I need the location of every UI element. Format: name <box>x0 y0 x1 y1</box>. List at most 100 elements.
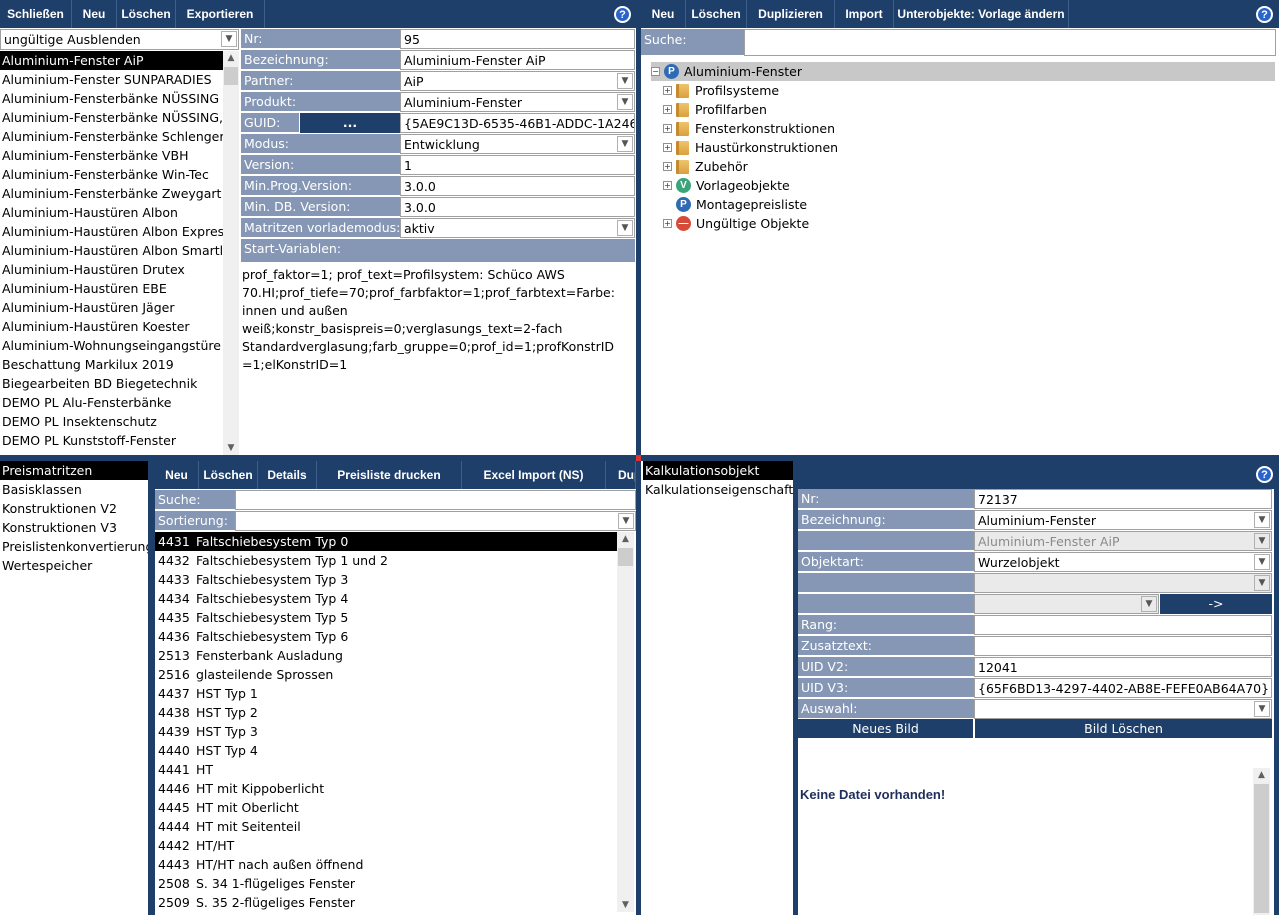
expand-icon[interactable]: + <box>663 219 672 228</box>
expand-icon[interactable]: + <box>663 143 672 152</box>
tree-node[interactable]: + Fensterkonstruktionen <box>663 119 835 138</box>
list-item[interactable]: Aluminium-Haustüren Albon Expres <box>0 222 223 241</box>
tab-calc-property[interactable]: Kalkulationseigenschaft <box>643 480 793 499</box>
uid-v2-field[interactable]: 12041 <box>974 657 1272 677</box>
new-object-button[interactable]: Neu <box>641 0 686 28</box>
nav-item-pricelist-conversion[interactable]: Preislistenkonvertierung <box>0 537 148 556</box>
scroll-down-icon[interactable]: ▼ <box>617 898 634 912</box>
delete-matrix-button[interactable]: Löschen <box>199 461 258 489</box>
table-row[interactable]: 4435 Faltschiebesystem Typ 5 <box>155 608 617 627</box>
table-row[interactable]: 4440 HST Typ 4 <box>155 741 617 760</box>
table-row[interactable]: 4445 HT mit Oberlicht <box>155 798 617 817</box>
table-row[interactable]: 4441 HT <box>155 760 617 779</box>
list-item[interactable]: Aluminium-Haustüren EBE <box>0 279 223 298</box>
nav-item-constructions-v3[interactable]: Konstruktionen V3 <box>0 518 148 537</box>
guid-button[interactable]: ... <box>300 113 400 133</box>
min-db-version-field[interactable]: 3.0.0 <box>400 197 635 217</box>
help-icon[interactable]: ? <box>1256 466 1273 483</box>
print-pricelist-button[interactable]: Preisliste drucken <box>317 461 462 489</box>
tree-node[interactable]: + Profilsysteme <box>663 81 779 100</box>
arrow-button[interactable]: -> <box>1160 594 1272 614</box>
new-button[interactable]: Neu <box>72 0 117 28</box>
calc-designation-select[interactable]: Aluminium-Fenster ▼ <box>974 510 1272 530</box>
uid-v3-field[interactable]: {65F6BD13-4297-4402-AB8E-FEFE0AB64A70} <box>974 678 1272 698</box>
tree-node[interactable]: + — Ungültige Objekte <box>663 214 809 233</box>
designation-field[interactable]: Aluminium-Fenster AiP <box>400 50 635 70</box>
object-type-select[interactable]: Wurzelobjekt ▼ <box>974 552 1272 572</box>
table-row[interactable]: 4437 HST Typ 1 <box>155 684 617 703</box>
duplicate-button[interactable]: Duplizieren <box>747 0 835 28</box>
chevron-down-icon[interactable]: ▼ <box>1254 512 1270 528</box>
table-row[interactable]: 4432 Faltschiebesystem Typ 1 und 2 <box>155 551 617 570</box>
pane-divider-bottom-right[interactable] <box>793 461 798 915</box>
calc-nr-field[interactable]: 72137 <box>974 489 1272 509</box>
list-item[interactable]: Aluminium-Fensterbänke NÜSSING <box>0 89 223 108</box>
scroll-thumb[interactable] <box>224 67 238 85</box>
list-item[interactable]: Beschattung Markilux 2019 <box>0 355 223 374</box>
list-item[interactable]: Aluminium-Fenster SUNPARADIES <box>0 70 223 89</box>
image-scrollbar[interactable]: ▲ <box>1253 768 1270 915</box>
nav-item-constructions-v2[interactable]: Konstruktionen V2 <box>0 499 148 518</box>
chevron-down-icon[interactable]: ▼ <box>617 220 633 236</box>
min-prog-version-field[interactable]: 3.0.0 <box>400 176 635 196</box>
filter-select[interactable]: ungültige Ausblenden ▼ <box>0 29 239 50</box>
list-item[interactable]: Aluminium-Fensterbänke Zweygart <box>0 184 223 203</box>
list-item[interactable]: Aluminium-Fensterbänke VBH <box>0 146 223 165</box>
tree-node[interactable]: P Montagepreisliste <box>676 195 807 214</box>
details-button[interactable]: Details <box>258 461 317 489</box>
table-row[interactable]: 2509 S. 35 2-flügeliges Fenster <box>155 893 617 912</box>
delete-image-button[interactable]: Bild Löschen <box>975 719 1272 738</box>
list-item[interactable]: DEMO PL Alu-Fensterbänke <box>0 393 223 412</box>
selection-select[interactable]: ▼ <box>974 699 1272 719</box>
matrix-preload-select[interactable]: aktiv ▼ <box>400 218 635 238</box>
delete-button[interactable]: Löschen <box>117 0 176 28</box>
scroll-up-icon[interactable]: ▲ <box>223 51 239 65</box>
list-item[interactable]: Aluminium-Fensterbänke Win-Tec <box>0 165 223 184</box>
scroll-thumb[interactable] <box>1254 784 1269 913</box>
list-item[interactable]: Aluminium-Fenster AiP <box>0 51 223 70</box>
nav-item-value-store[interactable]: Wertespeicher <box>0 556 148 575</box>
table-row[interactable]: 2513 Fensterbank Ausladung <box>155 646 617 665</box>
list-item[interactable]: Aluminium-Haustüren Koester <box>0 317 223 336</box>
tree-node[interactable]: + Haustürkonstruktionen <box>663 138 838 157</box>
chevron-down-icon[interactable]: ▼ <box>617 94 633 110</box>
extra-text-field[interactable] <box>974 636 1272 656</box>
sort-select[interactable]: ▼ <box>235 511 636 531</box>
scroll-up-icon[interactable]: ▲ <box>617 532 634 546</box>
table-row[interactable]: 4442 HT/HT <box>155 836 617 855</box>
list-item[interactable]: Aluminium-Fensterbänke NÜSSING, <box>0 108 223 127</box>
table-row[interactable]: 4434 Faltschiebesystem Typ 4 <box>155 589 617 608</box>
chevron-down-icon[interactable]: ▼ <box>1254 701 1270 717</box>
expand-icon[interactable]: + <box>663 124 672 133</box>
export-button[interactable]: Exportieren <box>176 0 265 28</box>
chevron-down-icon[interactable]: ▼ <box>221 31 237 47</box>
expand-icon[interactable]: + <box>663 105 672 114</box>
scroll-thumb[interactable] <box>618 548 633 566</box>
expand-icon[interactable]: + <box>663 181 672 190</box>
nav-item-price-matrices[interactable]: Preismatritzen <box>0 461 148 480</box>
expand-icon[interactable]: + <box>663 162 672 171</box>
chevron-down-icon[interactable]: ▼ <box>617 136 633 152</box>
delete-object-button[interactable]: Löschen <box>686 0 747 28</box>
table-row[interactable]: 2508 S. 34 1-flügeliges Fenster <box>155 874 617 893</box>
nr-field[interactable]: 95 <box>400 29 635 49</box>
table-row[interactable]: 4431 Faltschiebesystem Typ 0 <box>155 532 617 551</box>
close-button[interactable]: Schließen <box>0 0 72 28</box>
duplicate-matrix-button[interactable]: Dup <box>606 461 636 489</box>
mode-select[interactable]: Entwicklung ▼ <box>400 134 635 154</box>
excel-import-button[interactable]: Excel Import (NS) <box>462 461 606 489</box>
list-item[interactable]: Aluminium-Haustüren Drutex <box>0 260 223 279</box>
table-row[interactable]: 4443 HT/HT nach außen öffnend <box>155 855 617 874</box>
new-image-button[interactable]: Neues Bild <box>798 719 973 738</box>
table-row[interactable]: 4446 HT mit Kippoberlicht <box>155 779 617 798</box>
table-row[interactable]: 4436 Faltschiebesystem Typ 6 <box>155 627 617 646</box>
list-item[interactable]: DEMO PL Kunststoff-Fenster <box>0 431 223 450</box>
product-list-scrollbar[interactable]: ▲ ▼ <box>223 51 239 455</box>
scroll-up-icon[interactable]: ▲ <box>1253 768 1270 782</box>
list-item[interactable]: Aluminium-Haustüren Albon <box>0 203 223 222</box>
collapse-icon[interactable]: − <box>651 67 660 76</box>
tree-node[interactable]: + Profilfarben <box>663 100 767 119</box>
expand-icon[interactable]: + <box>663 86 672 95</box>
chevron-down-icon[interactable]: ▼ <box>617 73 633 89</box>
import-button[interactable]: Import <box>835 0 894 28</box>
